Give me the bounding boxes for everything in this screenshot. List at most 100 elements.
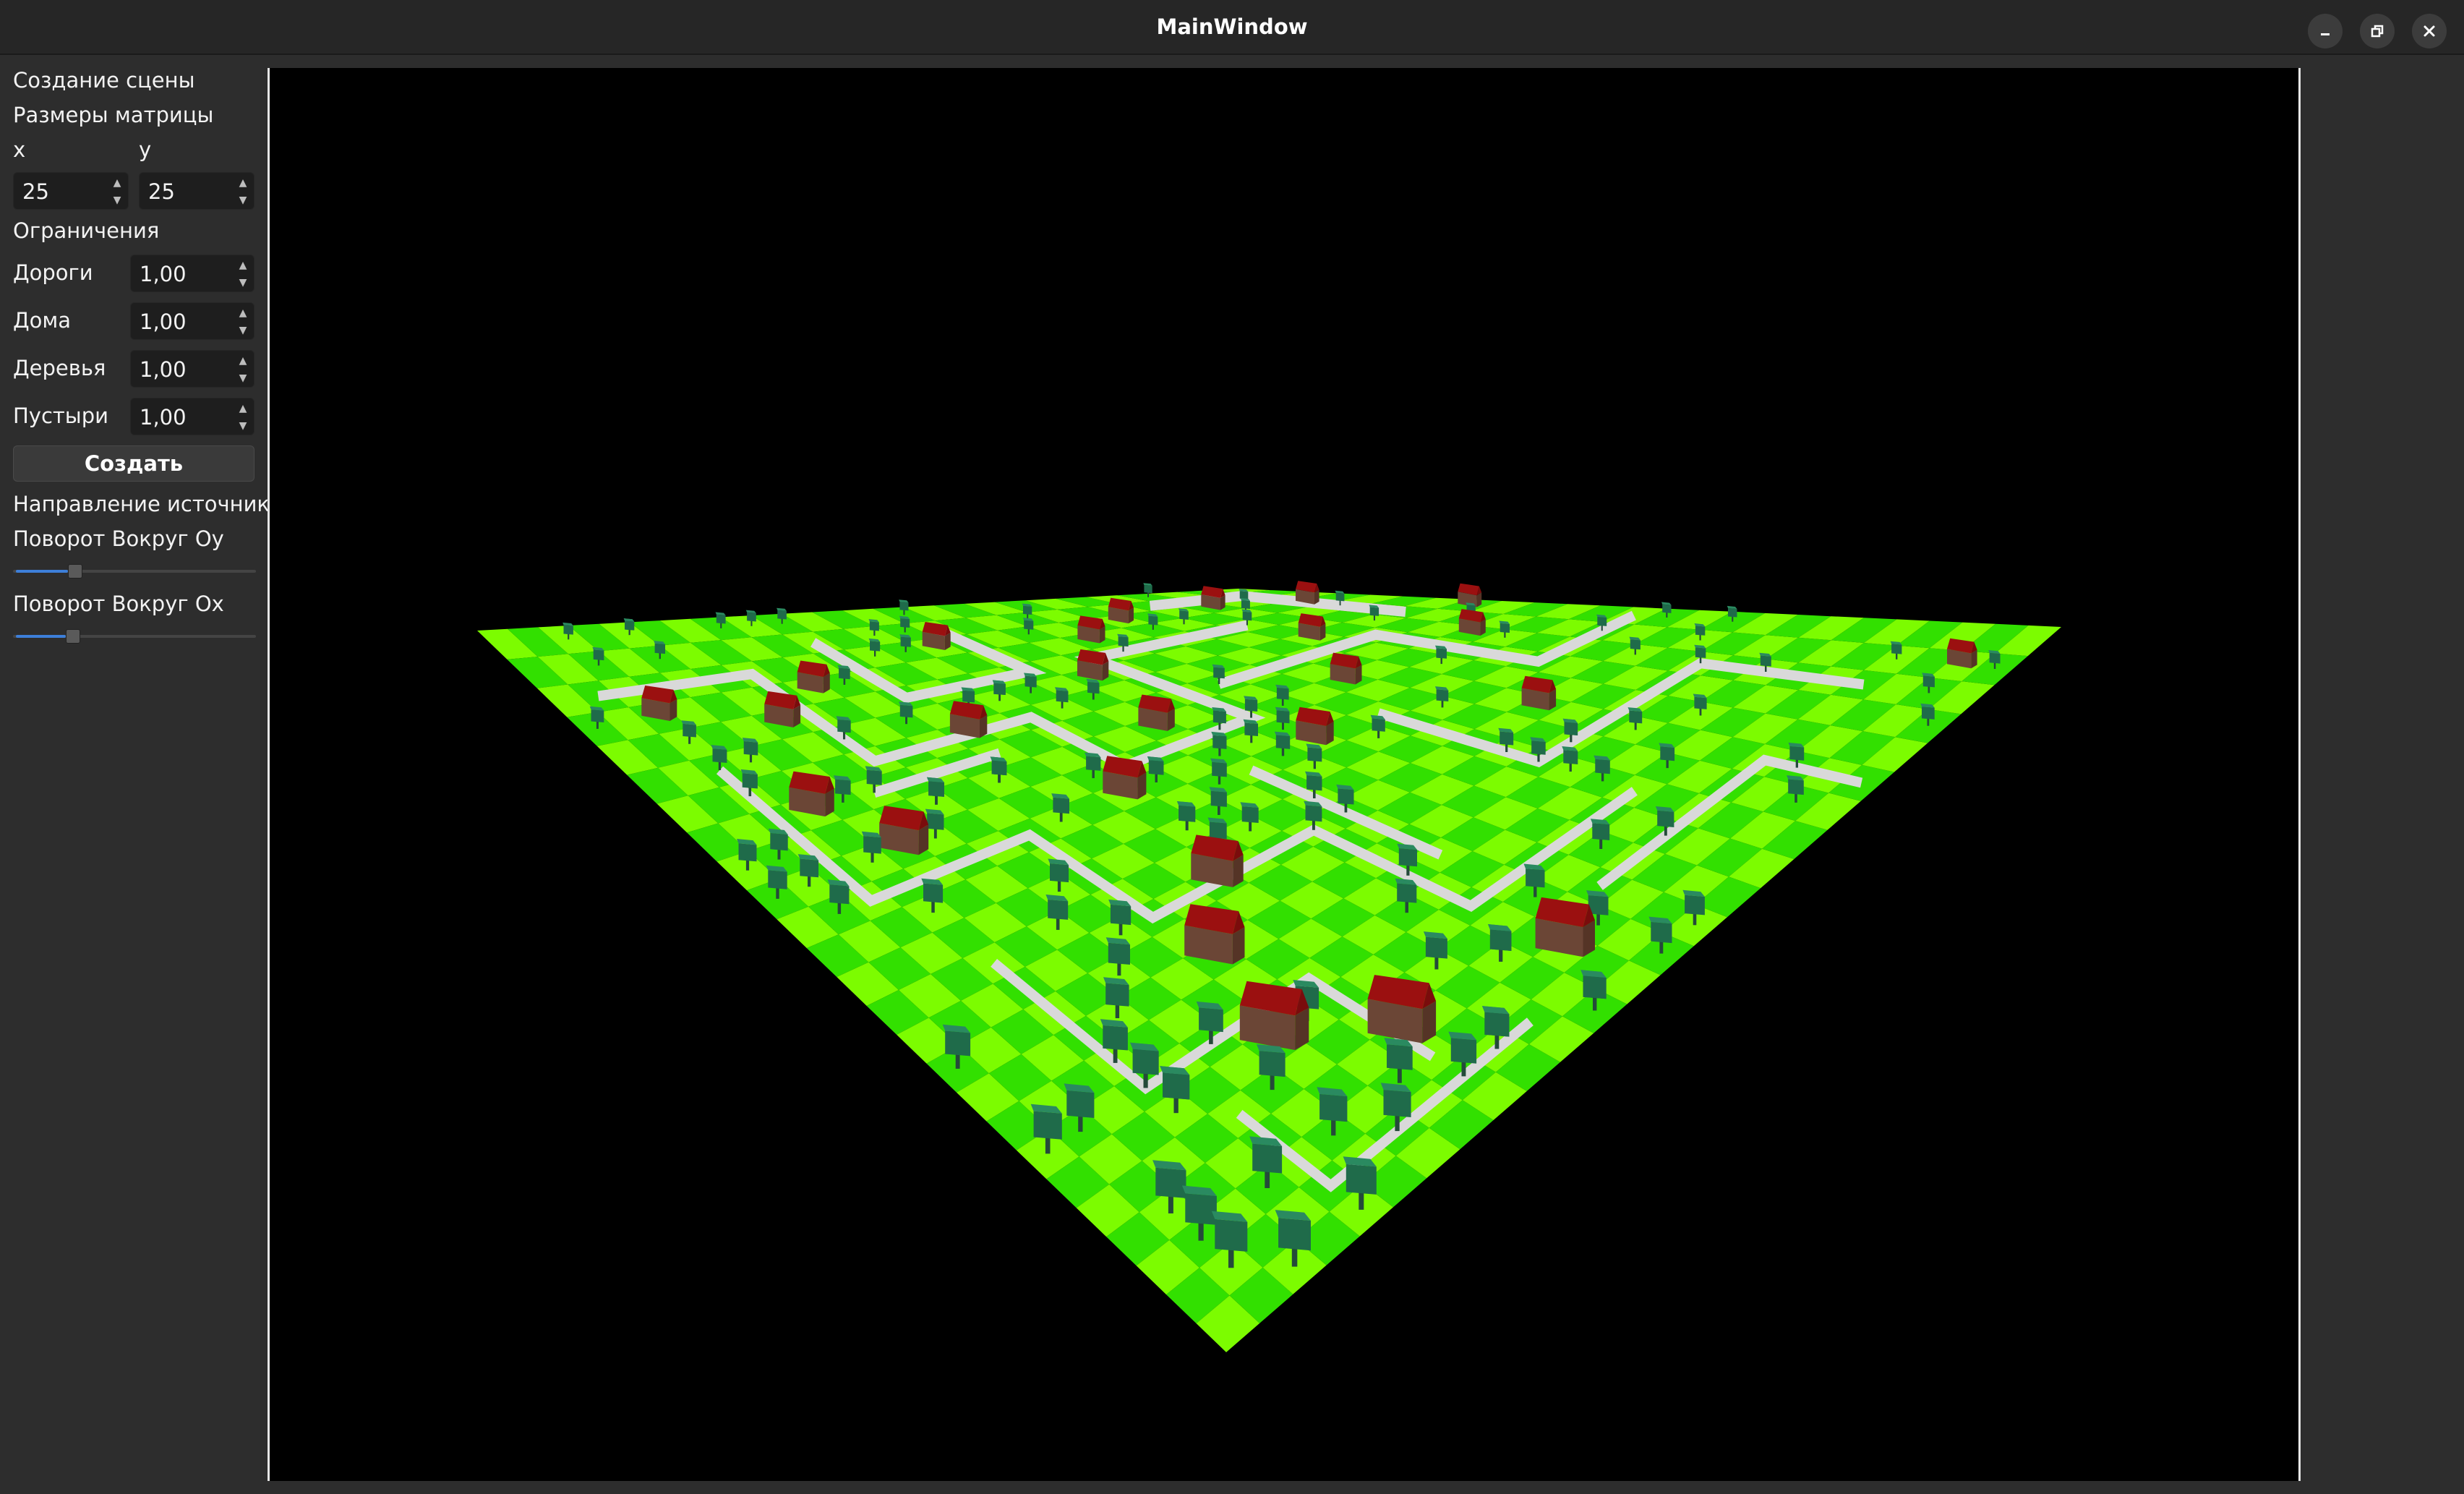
tree-crown <box>1564 722 1578 735</box>
minimize-button[interactable] <box>2308 14 2343 48</box>
maximize-button[interactable] <box>2360 14 2395 48</box>
tree-trunk <box>1218 748 1221 756</box>
rotate-ox-slider[interactable] <box>13 629 256 644</box>
tree-trunk <box>688 736 691 744</box>
create-button[interactable]: Создать <box>13 445 254 482</box>
spin-up-icon[interactable]: ▲ <box>235 354 251 368</box>
tree-crown <box>927 813 944 830</box>
tree-trunk <box>1291 1247 1298 1267</box>
spin-up-icon[interactable]: ▲ <box>235 401 251 416</box>
tree-trunk <box>1092 769 1095 779</box>
tree-trunk <box>1601 772 1604 782</box>
spin-down-icon[interactable]: ▼ <box>235 419 251 433</box>
tree-crown <box>1048 900 1069 920</box>
tree-crown <box>1212 735 1227 749</box>
tree-crown <box>1050 863 1069 883</box>
tree-trunk <box>1373 615 1375 621</box>
tree-crown <box>866 769 882 785</box>
tree-crown <box>839 667 850 680</box>
tree-trunk <box>568 633 570 640</box>
rotate-oy-label: Поворот Вокруг Oy <box>13 526 224 551</box>
y-size-spinbox[interactable]: 25 ▲ ▼ <box>139 172 254 210</box>
tree-crown <box>1662 604 1672 613</box>
roads-spinbox[interactable]: 1,00 ▲ ▼ <box>130 255 254 292</box>
wastelands-spinbox[interactable]: 1,00 ▲ ▼ <box>130 398 254 435</box>
x-size-spinbox[interactable]: 25 ▲ ▼ <box>13 172 129 210</box>
tree-trunk <box>1218 677 1220 684</box>
tree-trunk <box>1699 634 1701 641</box>
tree-trunk <box>749 754 753 763</box>
scene-header: Создание сцены <box>13 68 195 93</box>
tree-trunk <box>1494 1034 1500 1049</box>
tree-crown <box>1024 620 1034 630</box>
spin-up-icon[interactable]: ▲ <box>235 306 251 320</box>
tree-trunk <box>1092 692 1095 700</box>
y-size-value: 25 <box>148 179 175 204</box>
spin-down-icon[interactable]: ▼ <box>235 276 251 290</box>
tree-crown <box>835 779 851 795</box>
tree-trunk <box>1461 1061 1466 1077</box>
tree-trunk <box>1246 620 1248 626</box>
tree-crown <box>1500 623 1510 633</box>
spin-down-icon[interactable]: ▼ <box>235 323 251 338</box>
matrix-size-header: Размеры матрицы <box>13 103 214 127</box>
house <box>1367 975 1437 1043</box>
tree-trunk <box>1666 612 1668 618</box>
3d-viewport[interactable] <box>268 68 2301 1481</box>
tree-trunk <box>1505 743 1508 752</box>
tree-crown <box>1397 883 1417 903</box>
tree-crown <box>1592 823 1610 840</box>
tree-trunk <box>1265 1171 1270 1188</box>
tree-trunk <box>843 678 846 685</box>
spin-down-icon[interactable]: ▼ <box>109 193 125 208</box>
tree-trunk <box>1993 662 1996 669</box>
tree-crown <box>768 870 787 889</box>
tree-crown <box>1500 731 1514 746</box>
tree-crown <box>991 760 1007 776</box>
sidebar: Создание сцены Размеры матрицы x y 25 ▲ ▼… <box>0 55 283 1494</box>
slider-handle[interactable] <box>66 629 80 644</box>
tree-crown <box>1338 788 1354 805</box>
tree-trunk <box>1249 821 1252 832</box>
tree-trunk <box>1599 839 1603 849</box>
tree-crown <box>712 748 727 763</box>
tree-trunk <box>1218 722 1221 730</box>
rotate-oy-slider[interactable] <box>13 564 256 579</box>
roads-value: 1,00 <box>140 262 187 286</box>
tree-crown <box>1484 1012 1510 1037</box>
limit-label-houses: Дома <box>13 308 72 333</box>
slider-handle[interactable] <box>68 564 82 579</box>
tree-crown <box>1241 600 1250 609</box>
minimize-icon <box>2321 33 2330 35</box>
tree-crown <box>1563 750 1578 764</box>
tree-crown <box>1244 722 1258 736</box>
tree-crown <box>1023 605 1032 615</box>
tree-crown <box>923 883 944 903</box>
tree-trunk <box>1537 754 1540 762</box>
tree-crown <box>1369 607 1379 616</box>
houses-spinbox[interactable]: 1,00 ▲ ▼ <box>130 302 254 340</box>
tree-crown <box>716 614 726 624</box>
spin-up-icon[interactable]: ▲ <box>235 258 251 273</box>
tree-trunk <box>1115 1004 1120 1018</box>
tree-trunk <box>1183 618 1185 625</box>
tree-trunk <box>1057 880 1061 892</box>
tree-trunk <box>748 787 752 797</box>
tree-trunk <box>1344 803 1348 813</box>
tree-trunk <box>1699 708 1702 716</box>
spin-up-icon[interactable]: ▲ <box>235 176 251 190</box>
spin-down-icon[interactable]: ▼ <box>235 371 251 385</box>
house <box>1298 613 1326 641</box>
tree-trunk <box>1634 722 1637 730</box>
tree-trunk <box>1693 913 1697 926</box>
trees-spinbox[interactable]: 1,00 ▲ ▼ <box>130 350 254 388</box>
tree-crown <box>899 704 913 718</box>
close-button[interactable] <box>2412 14 2447 48</box>
tree-trunk <box>1143 1072 1148 1088</box>
spin-down-icon[interactable]: ▼ <box>235 193 251 208</box>
spin-up-icon[interactable]: ▲ <box>109 176 125 190</box>
limit-label-roads: Дороги <box>13 260 93 285</box>
tree-crown <box>1760 655 1771 667</box>
tree-trunk <box>873 630 876 636</box>
tree-trunk <box>1027 628 1030 635</box>
